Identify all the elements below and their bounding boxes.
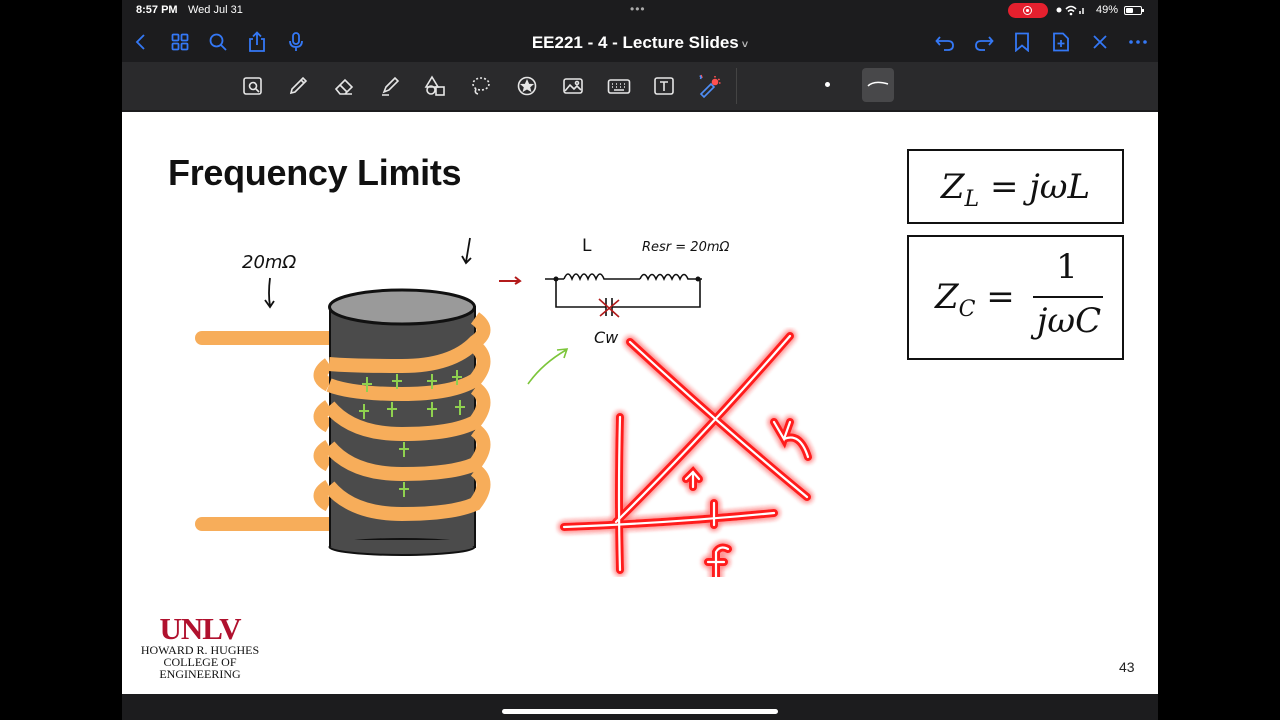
- eq2-denominator: jωC: [1036, 301, 1102, 341]
- chevron-down-icon: ˅: [741, 39, 749, 51]
- eq1-sub: L: [964, 186, 980, 212]
- document-title-text: EE221 - 4 - Lecture Slides: [531, 33, 739, 52]
- eraser-icon[interactable]: [331, 73, 357, 99]
- stroke-style-selected[interactable]: [862, 68, 894, 102]
- unlv-logo: UNLV HOWARD R. HUGHES COLLEGE OF ENGINEE…: [130, 611, 270, 681]
- stroke-curve-icon: [867, 81, 889, 87]
- navigation-bar: EE221 - 4 - Lecture Slides ˅: [122, 22, 1158, 62]
- left-resistance-note: 20mΩ: [242, 252, 297, 273]
- document-title[interactable]: EE221 - 4 - Lecture Slides ˅: [122, 33, 1158, 53]
- highlighter-icon[interactable]: [377, 73, 403, 99]
- lasso-zoom-icon[interactable]: [240, 73, 266, 99]
- eq1-text: ZL = jωL: [909, 167, 1122, 212]
- redo-icon[interactable]: [973, 31, 995, 53]
- close-icon[interactable]: [1089, 31, 1111, 53]
- capacitor-impedance-equation: ZC = 1 jωC: [907, 235, 1124, 360]
- equivalent-circuit-sketch: [545, 273, 702, 318]
- slide-page[interactable]: Frequency Limits ZL = jωL ZC = 1 jωC 20m…: [122, 112, 1158, 694]
- fraction-bar: [1033, 296, 1103, 298]
- stroke-size-dot[interactable]: [825, 82, 830, 87]
- slide-title: Frequency Limits: [168, 152, 462, 193]
- drawing-toolbar: [122, 62, 1158, 110]
- eq2-equals: =: [975, 277, 1015, 317]
- bookmark-icon[interactable]: [1011, 31, 1033, 53]
- eq1-lhs: Z: [940, 167, 965, 207]
- multitask-dots[interactable]: •••: [630, 2, 646, 16]
- laser-pointer-icon[interactable]: [696, 73, 722, 99]
- logo-line3: ENGINEERING: [159, 667, 241, 681]
- eq2-lhs-z: Z: [935, 277, 959, 317]
- arrow-down-icon: [264, 277, 275, 309]
- status-time: 8:57 PM: [136, 4, 178, 16]
- eq2-numerator: 1: [1056, 247, 1078, 287]
- battery-fill: [1126, 8, 1133, 13]
- shapes-icon[interactable]: [422, 73, 448, 99]
- home-indicator[interactable]: [502, 709, 778, 714]
- add-page-icon[interactable]: [1050, 31, 1072, 53]
- record-icon: [1023, 6, 1032, 15]
- eq1-rhs: = jωL: [979, 167, 1091, 207]
- image-icon[interactable]: [560, 73, 586, 99]
- battery-percent: 49%: [1096, 4, 1119, 16]
- more-icon[interactable]: [1127, 31, 1149, 53]
- impedance-vs-frequency-laser-sketch: [560, 332, 812, 577]
- inductor-coil-illustration: [195, 288, 491, 556]
- logo-main: UNLV: [159, 611, 242, 646]
- status-bar: 8:57 PM Wed Jul 31 ••• 49%: [122, 0, 1158, 22]
- wifi-icon: [1056, 4, 1086, 19]
- lasso-icon[interactable]: [468, 73, 494, 99]
- keyboard-icon[interactable]: [606, 73, 632, 99]
- eq2-lhs: ZC =: [935, 277, 1015, 322]
- arrow-down-icon: [461, 237, 472, 265]
- sticker-icon[interactable]: [514, 73, 540, 99]
- inductor-label: L: [582, 236, 592, 256]
- text-box-icon[interactable]: [651, 73, 677, 99]
- undo-icon[interactable]: [934, 31, 956, 53]
- status-date: Wed Jul 31: [188, 4, 243, 16]
- screen-recording-indicator[interactable]: [1008, 3, 1048, 18]
- pen-icon[interactable]: [285, 73, 311, 99]
- toolbar-divider: [736, 68, 737, 104]
- resr-label: Resr = 20mΩ: [642, 240, 730, 255]
- page-number: 43: [1119, 659, 1135, 675]
- inductor-impedance-equation: ZL = jωL: [907, 149, 1124, 224]
- red-arrow-icon: [499, 276, 522, 285]
- app-window: 8:57 PM Wed Jul 31 ••• 49% EE221 - 4 - L…: [122, 0, 1158, 720]
- eq2-sub: C: [958, 296, 976, 322]
- battery-icon: [1124, 6, 1144, 15]
